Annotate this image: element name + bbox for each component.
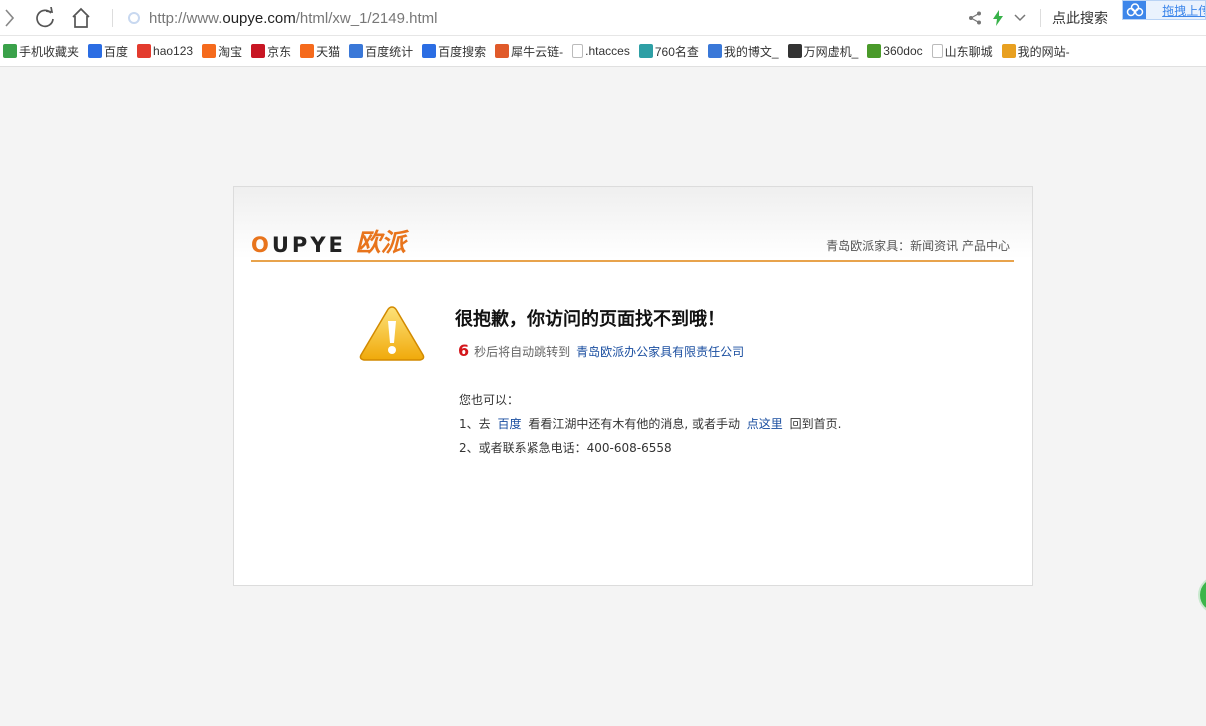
cloud-icon [1123, 1, 1147, 19]
crop-icon [638, 44, 653, 58]
baidu-link[interactable]: 百度 [497, 417, 521, 431]
brackets-icon [787, 44, 802, 58]
click-here-link[interactable]: 点这里 [747, 417, 783, 431]
bookmark-item[interactable]: 760名查 [638, 43, 699, 60]
bookmark-label: 百度 [104, 44, 129, 59]
bookmarks-bar: 手机收藏夹 百度 hao123 淘宝 京东 天猫 百度统计 百度搜索 犀牛云链- .htacces… [0, 36, 1206, 67]
bookmark-item[interactable]: 京东 [251, 43, 291, 60]
upload-extension[interactable]: 拖拽上传 [1122, 0, 1206, 20]
bookmark-label: 我的网站- [1017, 44, 1070, 59]
rhino-icon [495, 44, 510, 58]
url-text[interactable]: http://www.oupye.com/html/xw_1/2149.html [149, 10, 437, 27]
bookmark-item[interactable]: hao123 [137, 44, 193, 58]
bookmark-item[interactable]: 山东聊城 [931, 43, 993, 60]
floating-widget-icon[interactable] [1198, 576, 1206, 614]
bookmark-label: 犀牛云链- [511, 44, 564, 59]
bookmark-label: 手机收藏夹 [19, 44, 80, 59]
layers-icon [1001, 44, 1016, 58]
bookmark-label: 淘宝 [218, 44, 243, 59]
redirect-link[interactable]: 青岛欧派办公家具有限责任公司 [576, 343, 744, 360]
option-1-prefix: 1、去 [459, 417, 491, 431]
toolbar-divider [112, 9, 113, 27]
oupye-logo[interactable]: OUPYE 欧派 [251, 223, 406, 259]
bookmark-label: 天猫 [316, 44, 341, 59]
option-1: 1、去 百度 看看江湖中还有木有他的消息, 或者手动 点这里 回到首页. [459, 415, 841, 432]
bookmark-item[interactable]: 手机收藏夹 [3, 43, 79, 60]
url-domain: oupye.com [222, 9, 296, 27]
home-icon[interactable] [68, 6, 94, 30]
jd-icon [251, 44, 266, 58]
bookmark-item[interactable]: 360doc [867, 44, 923, 58]
page-icon [572, 44, 584, 58]
lightning-icon[interactable] [988, 6, 1008, 30]
bookmark-label: 京东 [267, 44, 292, 59]
search-button[interactable]: 点此搜索 [1052, 8, 1108, 28]
bookmark-item[interactable]: 万网虚机_ [787, 43, 859, 60]
share-icon[interactable] [964, 6, 986, 30]
globe-icon [707, 44, 722, 58]
bookmark-item[interactable]: 我的网站- [1001, 43, 1070, 60]
bookmark-item[interactable]: 百度搜索 [422, 43, 486, 60]
option-1-suffix: 回到首页. [789, 417, 842, 431]
redirect-text: 秒后将自动跳转到 [474, 345, 571, 359]
url-path: /html/xw_1/2149.html [295, 9, 438, 27]
breadcrumb: 青岛欧派家具：新闻资讯 产品中心 [826, 239, 1010, 253]
logo-chinese: 欧派 [355, 228, 406, 257]
bookmark-item[interactable]: 淘宝 [202, 43, 242, 60]
bookmark-item[interactable]: .htacces [572, 44, 630, 58]
upload-extension-label: 拖拽上传 [1162, 3, 1205, 18]
countdown-number: 6 [458, 341, 470, 360]
tmall-icon [300, 44, 315, 58]
option-1-middle: 看看江湖中还有木有他的消息, 或者手动 [528, 417, 740, 431]
error-title: 很抱歉，你访问的页面找不到哦！ [455, 309, 725, 330]
header-divider [251, 260, 1014, 262]
bookmark-label: .htacces [585, 44, 630, 58]
bookmark-label: 百度统计 [365, 44, 414, 59]
taobao-icon [202, 44, 217, 58]
stats-icon [349, 44, 364, 58]
baidu-paw-icon [88, 44, 103, 58]
toolbar-divider [1040, 9, 1041, 27]
bookmark-label: 760名查 [654, 44, 699, 59]
page-icon [931, 44, 943, 58]
back-icon[interactable] [0, 6, 18, 30]
bookmark-label: 我的博文_ [723, 44, 779, 59]
reload-icon[interactable] [32, 6, 58, 30]
bookmark-item[interactable]: 百度 [88, 43, 128, 60]
site-info-icon[interactable] [128, 12, 140, 24]
bookmark-label: 山东聊城 [944, 44, 993, 59]
chevron-down-icon[interactable] [1010, 6, 1030, 30]
warning-icon [358, 304, 426, 362]
option-2-phone: 2、或者联系紧急电话：400-608-6558 [459, 441, 672, 455]
address-bar[interactable]: http://www.oupye.com/html/xw_1/2149.html [128, 6, 437, 30]
bookmark-label: hao123 [153, 44, 194, 58]
redirect-line: 6 秒后将自动跳转到 青岛欧派办公家具有限责任公司 [458, 341, 744, 360]
bookmark-item[interactable]: 天猫 [300, 43, 340, 60]
error-card: OUPYE 欧派 青岛欧派家具：新闻资讯 产品中心 很抱歉，你访问的页面找不到哦… [233, 186, 1033, 586]
url-prefix: http://www. [149, 9, 223, 27]
browser-toolbar: http://www.oupye.com/html/xw_1/2149.html… [0, 0, 1206, 36]
bookmark-item[interactable]: 百度统计 [349, 43, 413, 60]
bookmark-label: 360doc [883, 44, 923, 58]
baidu-paw-icon [422, 44, 437, 58]
hint-text: 您也可以： [459, 393, 520, 407]
bookmark-item[interactable]: 我的博文_ [707, 43, 779, 60]
bookmark-label: 万网虚机_ [803, 44, 859, 59]
bookmark-item[interactable]: 犀牛云链- [495, 43, 563, 60]
bookmark-label: 百度搜索 [438, 44, 487, 59]
phone-icon [3, 44, 17, 58]
hao123-icon [137, 44, 152, 58]
logo-latin: OUPYE [251, 233, 346, 257]
doc360-icon [867, 44, 882, 58]
